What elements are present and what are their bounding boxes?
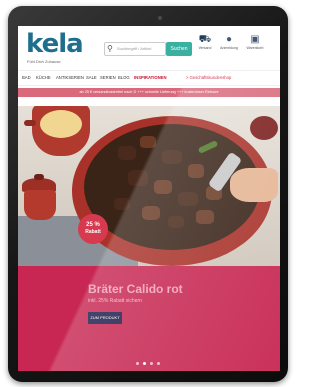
carousel-dot[interactable] xyxy=(150,362,153,365)
stew-piece xyxy=(118,146,136,160)
main-nav: BAD KÜCHE ANTIKSERIEN SALE SERIEN BLOG I… xyxy=(18,70,280,86)
stew-piece xyxy=(140,136,156,148)
stew-piece xyxy=(162,150,182,164)
nav-item-bad[interactable]: BAD xyxy=(22,75,31,80)
camera-dot xyxy=(158,16,162,20)
nav-item-geschaeftskundenshop[interactable]: > Geschäftskundenshop xyxy=(186,75,231,80)
zum-produkt-button[interactable]: ZUM PRODUKT xyxy=(88,312,122,324)
shipping-link[interactable]: ⛟ Versand xyxy=(194,34,216,50)
small-pot-contents xyxy=(40,110,82,138)
discount-percent: 25 % xyxy=(86,222,100,228)
carousel-dot[interactable] xyxy=(136,362,139,365)
promo-banner[interactable]: ab 25 € versandkostenfrei nach D +++ sch… xyxy=(18,88,280,97)
search-placeholder: Suchbegriff / Artikel xyxy=(117,46,152,51)
nav-item-sale[interactable]: SALE xyxy=(86,75,97,80)
carousel-dot[interactable] xyxy=(157,362,160,365)
site-header: kela Fühl Dich Zuhause ⚲ Suchbegriff / A… xyxy=(18,26,280,70)
pepper-corns xyxy=(250,116,278,140)
account-link[interactable]: ● Anmeldung xyxy=(218,34,240,50)
stew-piece xyxy=(178,192,198,206)
nav-item-antikserien[interactable]: ANTIKSERIEN xyxy=(56,75,84,80)
logo-tagline: Fühl Dich Zuhause xyxy=(27,59,61,64)
mini-cocotte-knob xyxy=(34,174,44,180)
search-icon: ⚲ xyxy=(107,44,113,53)
search-button[interactable]: Suchen xyxy=(166,42,192,56)
hero-image[interactable]: 25 % Rabatt xyxy=(18,106,280,266)
cart-label: Warenkorb xyxy=(246,46,264,50)
product-subtitle: inkl. 25% Rabatt sichern xyxy=(88,298,142,304)
hero-panel: Bräter Calido rot inkl. 25% Rabatt siche… xyxy=(18,266,280,371)
account-label: Anmeldung xyxy=(220,46,238,50)
mini-cocotte xyxy=(24,190,56,220)
user-icon: ● xyxy=(225,34,233,45)
cart-icon: ▣ xyxy=(250,34,260,45)
nav-item-blog[interactable]: BLOG xyxy=(118,75,130,80)
carousel-dots xyxy=(136,352,164,370)
promo-banner-text: ab 25 € versandkostenfrei nach D +++ sch… xyxy=(79,90,219,94)
screen: kela Fühl Dich Zuhause ⚲ Suchbegriff / A… xyxy=(18,26,280,371)
product-title: Bräter Calido rot xyxy=(88,282,183,296)
small-pot-handle xyxy=(24,120,36,126)
shipping-label: Versand xyxy=(198,46,212,50)
nav-item-inspirationen[interactable]: INSPIRATIONEN xyxy=(134,75,167,80)
tablet-frame: kela Fühl Dich Zuhause ⚲ Suchbegriff / A… xyxy=(8,6,288,382)
truck-icon: ⛟ xyxy=(198,34,212,45)
nav-item-kueche[interactable]: KÜCHE xyxy=(36,75,51,80)
stew-piece xyxy=(168,216,184,228)
stew-piece xyxy=(114,198,130,210)
hand xyxy=(230,168,278,202)
stew-piece xyxy=(188,164,204,178)
search-input[interactable]: ⚲ Suchbegriff / Artikel xyxy=(104,42,166,56)
stew-piece xyxy=(154,180,172,194)
carousel-dot-active[interactable] xyxy=(143,362,146,365)
stew-piece xyxy=(128,170,148,186)
stew-piece xyxy=(196,210,214,224)
discount-badge: 25 % Rabatt xyxy=(78,214,108,244)
stew-piece xyxy=(142,206,160,220)
nav-item-serien[interactable]: SERIEN xyxy=(100,75,116,80)
kela-logo[interactable]: kela xyxy=(26,30,84,58)
cart-link[interactable]: ▣ Warenkorb xyxy=(244,34,266,50)
discount-label: Rabatt xyxy=(85,229,101,235)
